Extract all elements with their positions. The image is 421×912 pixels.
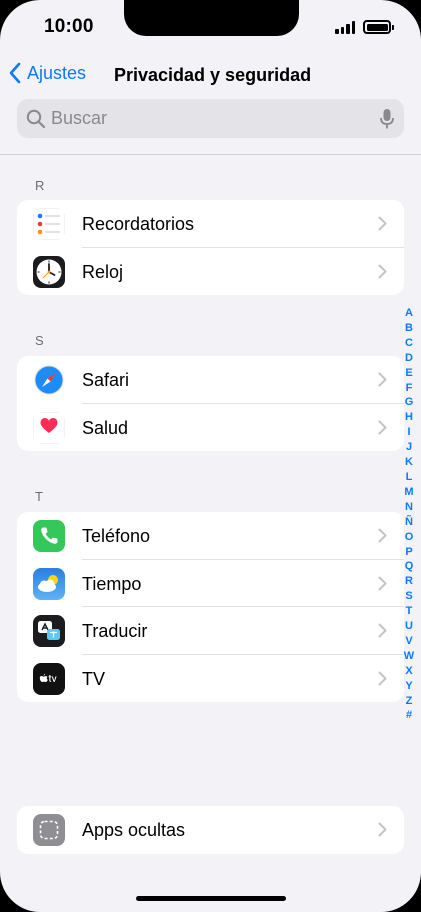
clock-icon (33, 255, 65, 288)
weather-icon (33, 567, 65, 600)
index-letter[interactable]: O (405, 530, 414, 545)
cellular-signal-icon (335, 20, 355, 34)
app-row-salud[interactable]: Salud (17, 404, 404, 452)
app-row-recordatorios[interactable]: Recordatorios (17, 200, 404, 248)
index-letter[interactable]: # (406, 708, 412, 723)
index-letter[interactable]: C (405, 336, 413, 351)
app-label: Safari (82, 370, 130, 390)
chevron-right-icon (378, 671, 387, 685)
status-time: 10:00 (44, 16, 94, 37)
index-letter[interactable]: Z (406, 694, 413, 709)
phone-screen: 10:00 Ajustes Privacidad y seguridad R (0, 0, 421, 912)
index-letter[interactable]: U (405, 619, 413, 634)
alphabet-index[interactable]: A B C D E F G H I J K L M N Ñ O P Q R S T U V W X Y Z # (401, 306, 417, 723)
index-letter[interactable]: Ñ (405, 515, 413, 530)
chevron-right-icon (378, 528, 387, 543)
section-header-r: R (35, 178, 45, 193)
navigation-bar: Ajustes Privacidad y seguridad (0, 56, 421, 94)
page-title: Privacidad y seguridad (114, 65, 312, 85)
app-row-apps-ocultas[interactable]: Apps ocultas (17, 806, 404, 854)
index-letter[interactable]: L (406, 470, 413, 485)
app-label: Tiempo (82, 573, 142, 594)
index-letter[interactable]: S (405, 589, 412, 604)
index-letter[interactable]: E (405, 366, 412, 381)
section-header-t: T (35, 489, 43, 504)
index-letter[interactable]: B (405, 321, 413, 336)
index-letter[interactable]: Q (405, 559, 414, 574)
index-letter[interactable]: D (405, 351, 413, 366)
index-letter[interactable]: P (405, 545, 412, 560)
index-letter[interactable]: J (406, 440, 412, 455)
app-label: Reloj (82, 261, 124, 282)
index-letter[interactable]: M (404, 485, 413, 500)
app-row-tiempo[interactable]: Tiempo (17, 560, 404, 607)
app-row-reloj[interactable]: Reloj (17, 248, 404, 296)
header-divider (0, 154, 421, 155)
app-row-telefono[interactable]: Teléfono (17, 512, 404, 560)
phone-icon (33, 520, 65, 552)
chevron-right-icon (378, 623, 387, 638)
hidden-apps-group: Apps ocultas (17, 806, 404, 854)
dynamic-notch (124, 0, 299, 36)
index-letter[interactable]: K (405, 455, 413, 470)
index-letter[interactable]: H (405, 410, 413, 425)
index-letter[interactable]: F (406, 381, 413, 396)
back-button[interactable]: Ajustes (9, 62, 86, 84)
index-letter[interactable]: X (405, 664, 412, 679)
status-icons (335, 20, 394, 34)
chevron-right-icon (378, 372, 387, 387)
index-letter[interactable]: T (406, 604, 413, 619)
app-label: Recordatorios (82, 214, 195, 234)
safari-icon (33, 364, 65, 396)
index-letter[interactable]: R (405, 574, 413, 589)
microphone-icon[interactable] (380, 108, 394, 130)
section-group-r: Recordatorios Reloj (17, 200, 404, 295)
app-row-traducir[interactable]: Traducir (17, 607, 404, 655)
chevron-right-icon (378, 576, 387, 590)
battery-icon (363, 20, 394, 34)
search-icon (26, 109, 46, 129)
section-group-t: Teléfono Tiempo Traducir TV (17, 512, 404, 702)
chevron-left-icon (9, 62, 21, 84)
reminders-icon (33, 208, 65, 240)
section-group-s: Safari Salud (17, 356, 404, 451)
hidden-apps-icon (33, 814, 65, 846)
app-row-tv[interactable]: TV (17, 655, 404, 703)
index-letter[interactable]: N (405, 500, 413, 515)
home-indicator[interactable] (136, 896, 286, 901)
chevron-right-icon (378, 420, 387, 434)
back-label: Ajustes (27, 62, 87, 83)
index-letter[interactable]: I (407, 425, 410, 440)
index-letter[interactable]: W (404, 649, 414, 664)
index-letter[interactable]: A (405, 306, 413, 321)
index-letter[interactable]: Y (405, 679, 412, 694)
search-input[interactable] (51, 99, 371, 138)
tv-icon (33, 662, 65, 695)
health-icon (33, 411, 65, 444)
index-letter[interactable]: G (405, 395, 414, 410)
index-letter[interactable]: V (405, 634, 412, 649)
app-label: TV (82, 668, 106, 689)
app-label: Salud (82, 417, 129, 438)
chevron-right-icon (378, 216, 387, 231)
app-row-safari[interactable]: Safari (17, 356, 404, 404)
search-field[interactable] (17, 99, 404, 138)
app-label: Apps ocultas (82, 820, 186, 840)
translate-icon (33, 615, 65, 647)
chevron-right-icon (378, 264, 387, 278)
app-label: Teléfono (82, 526, 151, 546)
section-header-s: S (35, 333, 44, 348)
app-label: Traducir (82, 621, 148, 641)
chevron-right-icon (378, 822, 387, 837)
